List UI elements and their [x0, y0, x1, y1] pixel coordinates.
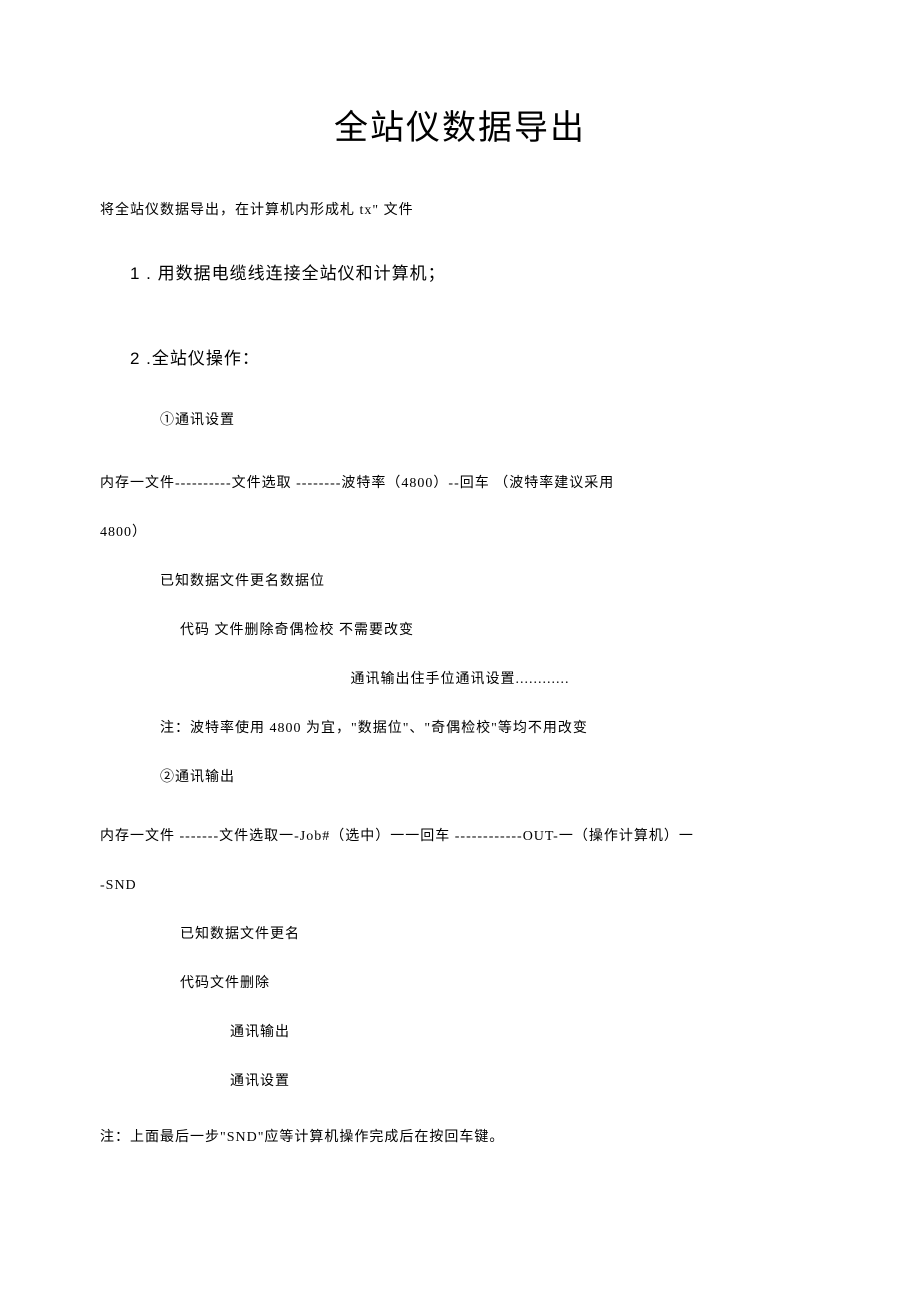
item-2-line-3: 已知数据文件更名: [180, 910, 820, 959]
item-1-note: 注：波特率使用 4800 为宜，"数据位"、"奇偶检校"等均不用改变: [160, 704, 820, 753]
item-1-line-2: 4800）: [100, 508, 820, 557]
item-2-line-6: 通讯设置: [230, 1057, 820, 1106]
item-1-label: ①通讯设置: [160, 409, 820, 429]
item-2-line-5: 通讯输出: [230, 1008, 820, 1057]
intro-text: 将全站仪数据导出，在计算机内形成札 tx" 文件: [100, 199, 820, 219]
item-1-line-5: 通讯输出住手位通讯设置............: [100, 655, 820, 704]
footnote: 注：上面最后一步"SND"应等计算机操作完成后在按回车键。: [100, 1126, 820, 1146]
item-2-line-4: 代码文件删除: [180, 959, 820, 1008]
item-1-line-3: 已知数据文件更名数据位: [160, 557, 820, 606]
section-2-heading: 2 .全站仪操作：: [130, 344, 820, 369]
section-1-heading: 1 . 用数据电缆线连接全站仪和计算机；: [130, 259, 820, 284]
item-1-line-4: 代码 文件删除奇偶检校 不需要改变: [180, 606, 820, 655]
document-title: 全站仪数据导出: [100, 100, 820, 149]
item-2-line-2: -SND: [100, 861, 820, 910]
item-2-line-1: 内存一文件 -------文件选取一-Job#（选中）一一回车 --------…: [100, 812, 820, 861]
item-2-label: ②通讯输出: [160, 753, 820, 802]
item-1-line-1: 内存一文件----------文件选取 --------波特率（4800）--回…: [100, 459, 820, 508]
